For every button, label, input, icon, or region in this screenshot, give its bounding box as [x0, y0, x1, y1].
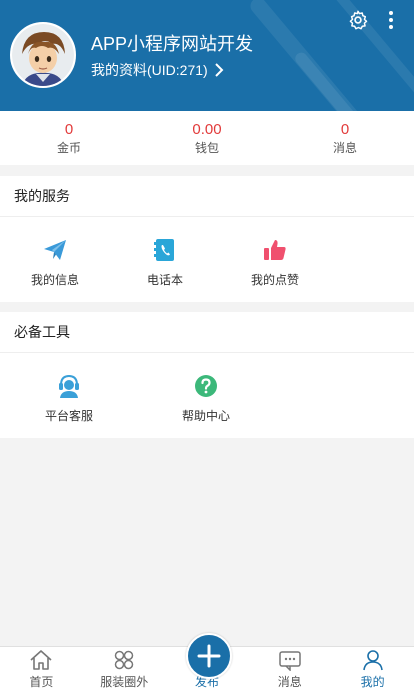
tool-customer-service[interactable]: 平台客服 — [14, 353, 124, 424]
tab-label: 服装圈外 — [100, 675, 149, 689]
stat-wallet[interactable]: 0.00 钱包 — [138, 111, 276, 165]
plus-icon — [197, 644, 221, 668]
stat-label: 钱包 — [194, 140, 219, 155]
tab-label: 首页 — [29, 675, 54, 689]
thumbs-up-icon — [264, 240, 286, 260]
tab-home[interactable]: 首页 — [0, 647, 83, 693]
tab-label: 我的 — [360, 675, 385, 689]
tools-grid: 平台客服 帮助中心 — [0, 353, 414, 424]
tab-clothing[interactable]: 服装圈外 — [83, 647, 166, 693]
section-title: 我的服务 — [0, 176, 414, 217]
services-grid: 我的信息 电话本 我的点赞 — [0, 217, 414, 288]
customer-service-icon — [59, 374, 79, 398]
user-name: APP小程序网站开发 — [91, 34, 254, 54]
user-icon — [362, 650, 383, 671]
publish-button[interactable] — [186, 633, 232, 679]
chevron-right-icon — [214, 63, 224, 77]
service-label: 我的点赞 — [250, 273, 299, 287]
help-icon — [195, 375, 217, 397]
profile-link[interactable]: 我的资料(UID:271) — [91, 60, 224, 80]
stat-label: 金币 — [56, 140, 81, 155]
more-vertical-icon[interactable] — [386, 10, 396, 30]
clover-icon — [114, 650, 134, 670]
home-icon — [30, 650, 52, 670]
profile-header: APP小程序网站开发 我的资料(UID:271) — [0, 0, 414, 111]
stats-row: 0 金币 0.00 钱包 0 消息 — [0, 111, 414, 165]
tools-section: 必备工具 平台客服 帮助中心 — [0, 312, 414, 438]
tool-label: 帮助中心 — [181, 409, 230, 423]
service-label: 电话本 — [146, 273, 183, 287]
tool-label: 平台客服 — [44, 409, 93, 423]
tab-mine[interactable]: 我的 — [331, 647, 414, 693]
paper-plane-icon — [44, 240, 66, 260]
stat-label: 消息 — [332, 140, 357, 155]
tool-help-center[interactable]: 帮助中心 — [151, 353, 261, 424]
avatar[interactable] — [10, 22, 76, 88]
service-label: 我的信息 — [30, 273, 79, 287]
tab-messages[interactable]: 消息 — [248, 647, 331, 693]
section-title: 必备工具 — [0, 312, 414, 353]
profile-link-label: 我的资料(UID:271) — [91, 62, 208, 78]
stat-messages[interactable]: 0 消息 — [276, 111, 414, 165]
stat-value: 0 — [340, 120, 350, 138]
service-my-info[interactable]: 我的信息 — [0, 217, 110, 288]
avatar-image — [12, 24, 74, 86]
services-section: 我的服务 我的信息 电话本 我的点赞 — [0, 176, 414, 302]
service-phonebook[interactable]: 电话本 — [110, 217, 220, 288]
service-my-likes[interactable]: 我的点赞 — [220, 217, 330, 288]
gear-icon[interactable] — [347, 9, 369, 31]
chat-icon — [279, 651, 301, 671]
header-decoration — [292, 50, 380, 111]
stat-value: 0 — [64, 120, 74, 138]
phonebook-icon — [154, 239, 174, 261]
tab-label: 消息 — [277, 675, 302, 689]
stat-coins[interactable]: 0 金币 — [0, 111, 138, 165]
stat-value: 0.00 — [192, 120, 222, 138]
